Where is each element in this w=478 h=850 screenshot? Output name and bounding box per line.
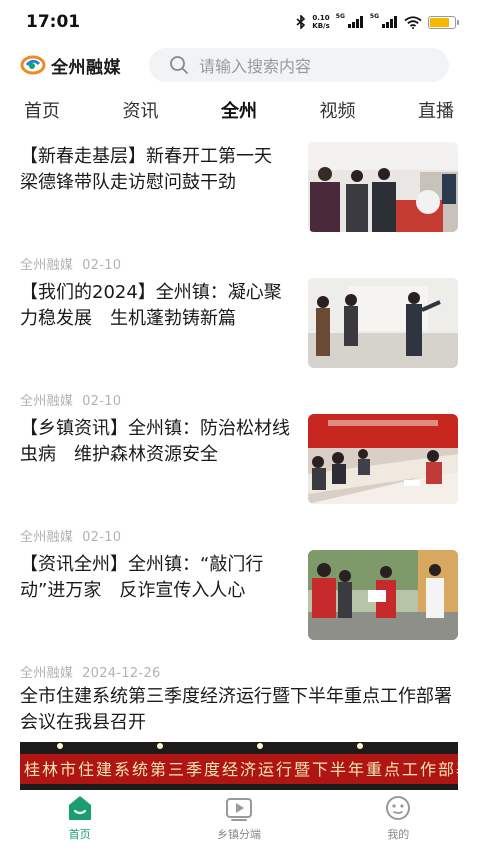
news-item[interactable]: 【乡镇资讯】全州镇：防治松材线虫病 维护森林资源安全 全州融媒 02-10: [0, 414, 478, 545]
search-icon: [170, 56, 188, 74]
battery-icon: [428, 15, 459, 29]
news-item[interactable]: 【资讯全州】全州镇：“敲门行动”进万家 反诈宣传入人心 全州融媒 2024-12…: [0, 550, 478, 681]
status-bar: 17:01 0.10 KB/s 5G 5G: [0, 0, 478, 44]
bluetooth-icon: [296, 15, 306, 29]
app-logo: 全州融媒: [20, 53, 121, 78]
news-title: 全市住建系统第三季度经济运行暨下半年重点工作部署会议在我县召开: [20, 686, 452, 733]
nav-home[interactable]: 首页: [0, 790, 159, 850]
news-source: 全州融媒: [20, 258, 74, 273]
news-title: 【我们的2024】全州镇：凝心聚力稳发展 生机蓬勃铸新篇: [20, 282, 282, 329]
nav-label: 首页: [68, 828, 91, 841]
profile-icon: [386, 796, 411, 820]
nav-label: 乡镇分端: [216, 828, 261, 841]
news-item[interactable]: 【我们的2024】全州镇：凝心聚力稳发展 生机蓬勃铸新篇 全州融媒 02-10: [0, 278, 478, 409]
net-speed: 0.10 KB/s: [312, 14, 329, 30]
news-meta: 全州融媒 2024-12-26: [20, 662, 161, 681]
nav-profile[interactable]: 我的: [319, 790, 478, 850]
news-date: 2024-12-26: [82, 666, 161, 681]
news-title: 【资讯全州】全州镇：“敲门行动”进万家 反诈宣传入人心: [20, 554, 264, 601]
tab-video[interactable]: 视频: [320, 97, 356, 123]
news-date: 02-10: [82, 258, 122, 273]
net-speed-unit: KB/s: [312, 22, 330, 30]
home-icon: [68, 796, 91, 820]
news-meta: 全州融媒 02-10: [20, 254, 121, 273]
news-thumbnail: [308, 142, 458, 232]
logo-icon: [20, 55, 46, 75]
search-input[interactable]: 请输入搜索内容: [149, 48, 449, 82]
news-thumbnail: [308, 550, 458, 640]
signal-icon: [347, 16, 364, 28]
sim1-label: 5G: [335, 12, 345, 20]
news-item-wide[interactable]: 全市住建系统第三季度经济运行暨下半年重点工作部署会议在我县召开 桂林市住建系统第…: [0, 684, 478, 790]
net-speed-value: 0.10: [312, 14, 330, 22]
news-thumbnail: [308, 414, 458, 504]
news-banner-image: 桂林市住建系统第三季度经济运行暨下半年重点工作部署: [20, 742, 458, 790]
video-icon: [225, 798, 252, 821]
sim2-label: 5G: [369, 12, 379, 20]
nav-township[interactable]: 乡镇分端: [159, 790, 318, 850]
news-title: 【新春走基层】新春开工第一天 梁德锋带队走访慰问鼓干劲: [20, 146, 272, 193]
tab-news[interactable]: 资讯: [123, 97, 159, 123]
category-tabs: 首页 资讯 全州 视频 直播: [0, 92, 478, 128]
status-time: 17:01: [26, 12, 81, 32]
banner-text: 桂林市住建系统第三季度经济运行暨下半年重点工作部署: [24, 760, 458, 779]
bottom-nav: 首页 乡镇分端 我的: [0, 790, 478, 850]
news-source: 全州融媒: [20, 530, 74, 545]
logo-text: 全州融媒: [51, 57, 121, 78]
news-title: 【乡镇资讯】全州镇：防治松材线虫病 维护森林资源安全: [20, 418, 290, 465]
search-placeholder: 请输入搜索内容: [199, 57, 312, 76]
signal-icon: [382, 16, 398, 28]
nav-label: 我的: [387, 828, 410, 841]
news-feed: 【新春走基层】新春开工第一天 梁德锋带队走访慰问鼓干劲 全州融媒 02-10 【: [0, 128, 478, 790]
tab-quanzhou[interactable]: 全州: [221, 97, 257, 123]
tab-home[interactable]: 首页: [24, 97, 60, 123]
battery-level: [430, 17, 450, 27]
news-item[interactable]: 【新春走基层】新春开工第一天 梁德锋带队走访慰问鼓干劲 全州融媒 02-10: [0, 142, 478, 273]
tab-live[interactable]: 直播: [418, 97, 454, 123]
news-source: 全州融媒: [20, 394, 74, 409]
status-icons: 0.10 KB/s 5G 5G: [296, 12, 459, 30]
app-header: 全州融媒 请输入搜索内容: [0, 44, 478, 86]
news-source: 全州融媒: [20, 666, 74, 681]
news-meta: 全州融媒 02-10: [20, 390, 121, 409]
news-date: 02-10: [82, 530, 122, 545]
news-meta: 全州融媒 02-10: [20, 526, 121, 545]
news-date: 02-10: [82, 394, 122, 409]
wifi-icon: [404, 15, 422, 29]
news-thumbnail: [308, 278, 458, 368]
